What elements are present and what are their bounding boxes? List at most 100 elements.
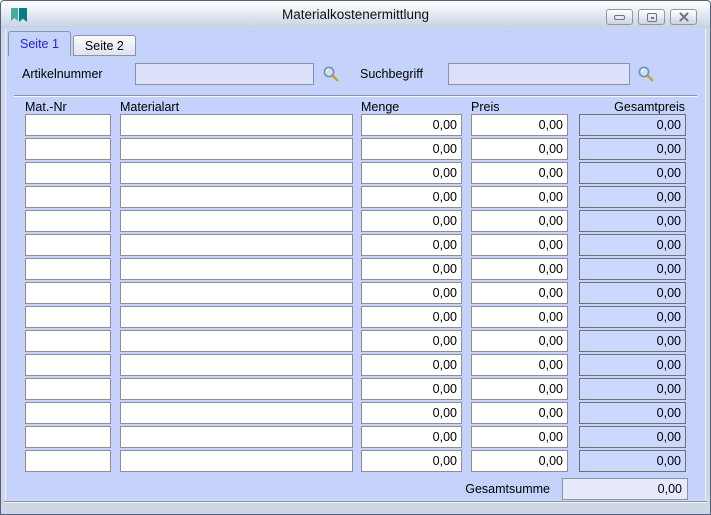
materialart-cell-row13[interactable] — [120, 402, 353, 424]
tab-seite-2[interactable]: Seite 2 — [72, 35, 136, 56]
menge-cell-row6[interactable] — [361, 234, 462, 256]
preis-cell-row5[interactable] — [471, 210, 568, 232]
mat_nr-cell-row4[interactable] — [25, 186, 111, 208]
menge-cell-row15[interactable] — [361, 450, 462, 472]
materialart-cell-row1[interactable] — [120, 114, 353, 136]
materialart-cell-row15[interactable] — [120, 450, 353, 472]
materialart-cell-row8[interactable] — [120, 282, 353, 304]
artikelnummer-input[interactable] — [135, 63, 314, 85]
gesamtpreis-cell-row13: 0,00 — [579, 402, 686, 424]
preis-cell-row1[interactable] — [471, 114, 568, 136]
tab-seite-1[interactable]: Seite 1 — [8, 31, 71, 56]
menge-cell-row2[interactable] — [361, 138, 462, 160]
mat_nr-cell-row3[interactable] — [25, 162, 111, 184]
menge-cell-row9[interactable] — [361, 306, 462, 328]
mat_nr-cell-row10[interactable] — [25, 330, 111, 352]
menge-cell-row1[interactable] — [361, 114, 462, 136]
suchbegriff-label: Suchbegriff — [360, 67, 424, 81]
preis-cell-row4[interactable] — [471, 186, 568, 208]
col-gesamt: 0,00 0,00 0,00 0,00 0,00 0,00 0,00 0,00 0,00 0,00… — [579, 114, 686, 474]
menge-cell-row10[interactable] — [361, 330, 462, 352]
mat_nr-cell-row8[interactable] — [25, 282, 111, 304]
preis-cell-row2[interactable] — [471, 138, 568, 160]
gesamtpreis-cell-row3: 0,00 — [579, 162, 686, 184]
window-controls — [606, 9, 697, 25]
minimize-icon — [614, 14, 625, 20]
menge-cell-row7[interactable] — [361, 258, 462, 280]
preis-cell-row10[interactable] — [471, 330, 568, 352]
materialart-cell-row9[interactable] — [120, 306, 353, 328]
materialart-cell-row7[interactable] — [120, 258, 353, 280]
header-mat-nr: Mat.-Nr — [25, 100, 67, 114]
gesamtpreis-cell-row10: 0,00 — [579, 330, 686, 352]
tab-page-seite-1: Artikelnummer Suchbegriff Mat.-Nr Materi… — [5, 56, 706, 500]
menge-cell-row3[interactable] — [361, 162, 462, 184]
mat_nr-cell-row1[interactable] — [25, 114, 111, 136]
col-preis — [471, 114, 568, 474]
gesamtpreis-cell-row7: 0,00 — [579, 258, 686, 280]
gesamtsumme-field — [562, 478, 688, 500]
header-menge: Menge — [361, 100, 400, 114]
menge-cell-row4[interactable] — [361, 186, 462, 208]
materialart-cell-row12[interactable] — [120, 378, 353, 400]
suchbegriff-search-button[interactable] — [637, 65, 655, 83]
mat_nr-cell-row13[interactable] — [25, 402, 111, 424]
gesamtpreis-cell-row11: 0,00 — [579, 354, 686, 376]
materialart-cell-row11[interactable] — [120, 354, 353, 376]
menge-cell-row11[interactable] — [361, 354, 462, 376]
gesamtpreis-cell-row14: 0,00 — [579, 426, 686, 448]
gesamtpreis-cell-row6: 0,00 — [579, 234, 686, 256]
materialart-cell-row5[interactable] — [120, 210, 353, 232]
mat_nr-cell-row5[interactable] — [25, 210, 111, 232]
minimize-button[interactable] — [606, 9, 633, 25]
materialart-cell-row6[interactable] — [120, 234, 353, 256]
preis-cell-row14[interactable] — [471, 426, 568, 448]
mat_nr-cell-row2[interactable] — [25, 138, 111, 160]
col-matnr — [25, 114, 111, 474]
mat_nr-cell-row7[interactable] — [25, 258, 111, 280]
preis-cell-row9[interactable] — [471, 306, 568, 328]
maximize-icon — [646, 12, 657, 22]
maximize-button[interactable] — [638, 9, 665, 25]
artikelnummer-label: Artikelnummer — [22, 67, 103, 81]
gesamtpreis-cell-row4: 0,00 — [579, 186, 686, 208]
close-button[interactable] — [670, 9, 697, 25]
separator-line — [14, 95, 697, 97]
materialart-cell-row14[interactable] — [120, 426, 353, 448]
menge-cell-row8[interactable] — [361, 282, 462, 304]
tab-strip: Seite 1 Seite 2 — [8, 31, 136, 56]
materialart-cell-row10[interactable] — [120, 330, 353, 352]
preis-cell-row13[interactable] — [471, 402, 568, 424]
suchbegriff-input[interactable] — [448, 63, 630, 85]
magnifier-icon — [638, 66, 654, 82]
menge-cell-row14[interactable] — [361, 426, 462, 448]
gesamtpreis-cell-row2: 0,00 — [579, 138, 686, 160]
preis-cell-row11[interactable] — [471, 354, 568, 376]
materialart-cell-row4[interactable] — [120, 186, 353, 208]
header-materialart: Materialart — [120, 100, 180, 114]
materialart-cell-row3[interactable] — [120, 162, 353, 184]
gesamtpreis-cell-row15: 0,00 — [579, 450, 686, 472]
header-preis: Preis — [471, 100, 500, 114]
mat_nr-cell-row14[interactable] — [25, 426, 111, 448]
title-bar: Materialkostenermittlung — [1, 1, 710, 28]
materialart-cell-row2[interactable] — [120, 138, 353, 160]
mat_nr-cell-row12[interactable] — [25, 378, 111, 400]
col-menge — [361, 114, 462, 474]
mat_nr-cell-row11[interactable] — [25, 354, 111, 376]
preis-cell-row3[interactable] — [471, 162, 568, 184]
mat_nr-cell-row9[interactable] — [25, 306, 111, 328]
preis-cell-row8[interactable] — [471, 282, 568, 304]
menge-cell-row5[interactable] — [361, 210, 462, 232]
menge-cell-row13[interactable] — [361, 402, 462, 424]
mat_nr-cell-row6[interactable] — [25, 234, 111, 256]
menge-cell-row12[interactable] — [361, 378, 462, 400]
bottom-groove — [4, 501, 707, 502]
preis-cell-row15[interactable] — [471, 450, 568, 472]
artikelnummer-search-button[interactable] — [322, 65, 340, 83]
preis-cell-row6[interactable] — [471, 234, 568, 256]
preis-cell-row12[interactable] — [471, 378, 568, 400]
mat_nr-cell-row15[interactable] — [25, 450, 111, 472]
gesamtpreis-cell-row9: 0,00 — [579, 306, 686, 328]
preis-cell-row7[interactable] — [471, 258, 568, 280]
